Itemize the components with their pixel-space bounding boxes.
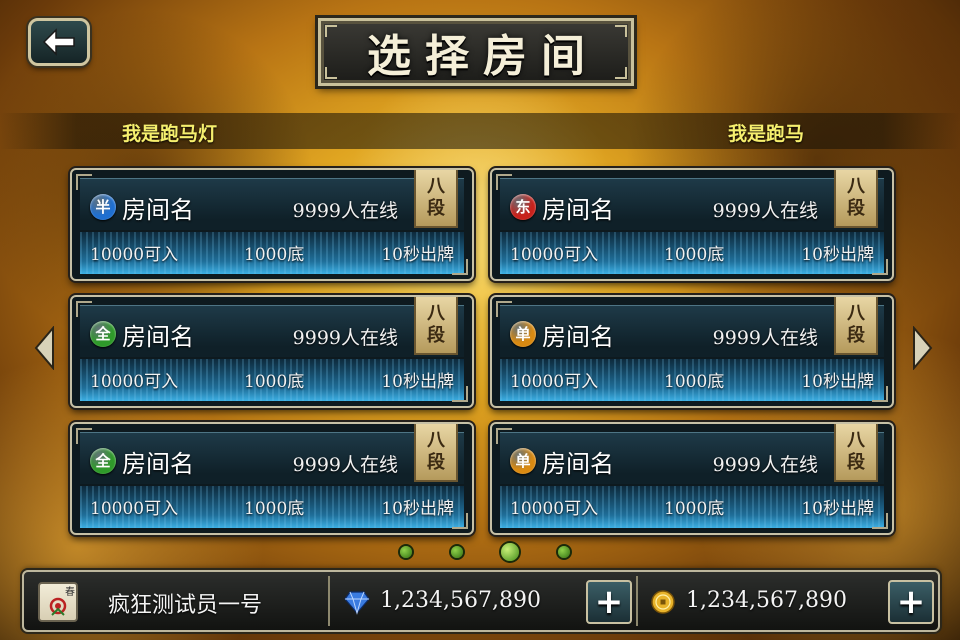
room-rank-tag: 八 段 — [834, 424, 878, 482]
room-card[interactable]: 单 房间名 9999人在线 10000可入 1000底 10秒出牌 八 段 — [490, 422, 894, 535]
room-base-stake: 1000底 — [664, 245, 725, 265]
room-turn-timer: 10秒出牌 — [381, 372, 454, 392]
mahjong-tile-icon: 春 — [49, 586, 75, 616]
room-mode-badge: 东 — [510, 194, 536, 220]
marquee-banner: 我是跑马灯 我是跑马 — [0, 113, 960, 149]
gold-coin-icon — [651, 590, 675, 614]
room-name: 房间名 — [122, 450, 194, 478]
room-card[interactable]: 单 房间名 9999人在线 10000可入 1000底 10秒出牌 八 段 — [490, 295, 894, 408]
page-dot[interactable] — [501, 543, 520, 561]
marquee-text-left: 我是跑马灯 — [122, 123, 218, 145]
rank-char: 段 — [847, 452, 865, 473]
back-arrow-icon — [42, 28, 75, 56]
rank-char: 八 — [847, 176, 865, 197]
room-turn-timer: 10秒出牌 — [801, 372, 874, 392]
room-base-stake: 1000底 — [664, 499, 725, 519]
plus-icon: + — [594, 582, 624, 622]
room-mode-badge: 全 — [90, 321, 116, 347]
room-mode-badge: 全 — [90, 448, 116, 474]
back-button[interactable] — [28, 18, 90, 66]
room-base-stake: 1000底 — [244, 499, 305, 519]
room-online-count: 9999人在线 — [712, 454, 818, 476]
room-entry-requirement: 10000可入 — [510, 372, 599, 392]
prev-page-arrow-icon[interactable] — [33, 326, 57, 370]
page-title: 选择房间 — [367, 31, 599, 82]
room-card[interactable]: 全 房间名 9999人在线 10000可入 1000底 10秒出牌 八 段 — [70, 422, 474, 535]
room-base-stake: 1000底 — [244, 245, 305, 265]
title-plate: 选择房间 — [318, 18, 634, 86]
rank-char: 段 — [847, 198, 865, 219]
room-rank-tag: 八 段 — [414, 170, 458, 228]
room-base-stake: 1000底 — [664, 372, 725, 392]
room-mode-badge: 半 — [90, 194, 116, 220]
plus-icon: + — [896, 582, 926, 622]
room-entry-requirement: 10000可入 — [90, 372, 179, 392]
room-card[interactable]: 全 房间名 9999人在线 10000可入 1000底 10秒出牌 八 段 — [70, 295, 474, 408]
page-dot[interactable] — [450, 546, 463, 558]
room-rank-tag: 八 段 — [414, 297, 458, 355]
add-gold-button[interactable]: + — [888, 580, 934, 624]
room-online-count: 9999人在线 — [292, 200, 398, 222]
avatar-tile-text: 春 — [65, 586, 75, 598]
room-rank-tag: 八 段 — [414, 424, 458, 482]
room-online-count: 9999人在线 — [712, 327, 818, 349]
room-entry-requirement: 10000可入 — [510, 499, 599, 519]
room-entry-requirement: 10000可入 — [90, 245, 179, 265]
avatar[interactable]: 春 — [38, 582, 78, 622]
rank-char: 八 — [847, 430, 865, 451]
room-rank-tag: 八 段 — [834, 170, 878, 228]
room-base-stake: 1000底 — [244, 372, 305, 392]
room-card[interactable]: 东 房间名 9999人在线 10000可入 1000底 10秒出牌 八 段 — [490, 168, 894, 281]
room-mode-badge: 单 — [510, 321, 536, 347]
room-name: 房间名 — [542, 323, 614, 351]
room-online-count: 9999人在线 — [712, 200, 818, 222]
next-page-arrow-icon[interactable] — [910, 326, 934, 370]
add-diamonds-button[interactable]: + — [586, 580, 632, 624]
room-card[interactable]: 半 房间名 9999人在线 10000可入 1000底 10秒出牌 八 段 — [70, 168, 474, 281]
rank-char: 八 — [427, 430, 445, 451]
room-mode-badge: 单 — [510, 448, 536, 474]
room-entry-requirement: 10000可入 — [510, 245, 599, 265]
room-online-count: 9999人在线 — [292, 327, 398, 349]
room-turn-timer: 10秒出牌 — [381, 499, 454, 519]
rank-char: 段 — [427, 325, 445, 346]
rank-char: 八 — [427, 303, 445, 324]
room-name: 房间名 — [122, 323, 194, 351]
room-name: 房间名 — [542, 196, 614, 224]
room-entry-requirement: 10000可入 — [90, 499, 179, 519]
room-rank-tag: 八 段 — [834, 297, 878, 355]
player-status-bar: 春 疯狂测试员一号 1,234,567,890 + 1,234,567,890 … — [22, 570, 940, 632]
room-name: 房间名 — [542, 450, 614, 478]
divider — [328, 576, 330, 626]
page-dot[interactable] — [400, 546, 412, 558]
divider — [636, 576, 638, 626]
page-dot[interactable] — [557, 546, 570, 558]
rank-char: 段 — [847, 325, 865, 346]
marquee-text-right: 我是跑马 — [728, 123, 805, 145]
room-name: 房间名 — [122, 196, 194, 224]
player-name: 疯狂测试员一号 — [108, 593, 263, 618]
page-indicator — [400, 542, 570, 562]
room-turn-timer: 10秒出牌 — [801, 245, 874, 265]
rank-char: 八 — [427, 176, 445, 197]
gold-count: 1,234,567,890 — [686, 588, 847, 613]
rank-char: 八 — [847, 303, 865, 324]
rank-char: 段 — [427, 198, 445, 219]
room-online-count: 9999人在线 — [292, 454, 398, 476]
room-turn-timer: 10秒出牌 — [381, 245, 454, 265]
rank-char: 段 — [427, 452, 445, 473]
diamond-icon — [344, 591, 370, 615]
diamond-count: 1,234,567,890 — [380, 588, 541, 613]
room-turn-timer: 10秒出牌 — [801, 499, 874, 519]
